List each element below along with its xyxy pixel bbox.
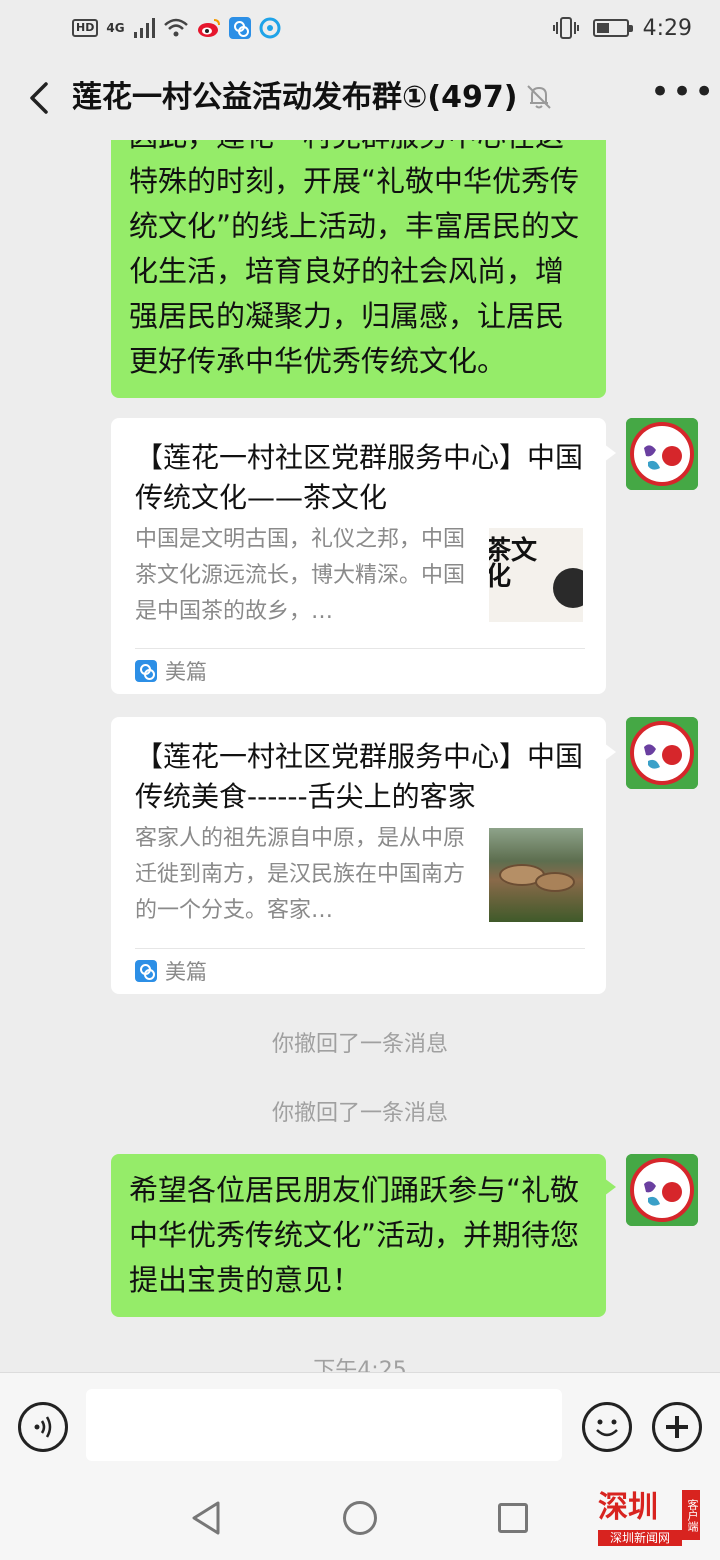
more-icon[interactable]: ••• xyxy=(650,75,714,112)
signal-icon xyxy=(133,18,155,38)
card-description: 中国是文明古国，礼仪之邦，中国茶文化源远流长，博大精深。中国是中国茶的故乡，… xyxy=(135,527,466,624)
chat-title: 莲花一村公益活动发布群①(497) xyxy=(72,80,518,115)
input-bar xyxy=(0,1372,720,1480)
nav-back-icon[interactable] xyxy=(190,1500,222,1536)
nav-recent-icon[interactable] xyxy=(498,1503,528,1533)
vibrate-icon xyxy=(552,17,579,39)
recall-notice: 你撤回了一条消息 xyxy=(271,1101,448,1126)
weibo-icon xyxy=(197,19,220,37)
article-card-hakka[interactable]: 【莲花一村社区党群服务中心】中国传统美食------舌尖上的客家 客家人的祖先源… xyxy=(111,717,616,994)
source-label: 美篇 xyxy=(165,960,207,984)
watermark-sub: 深圳新闻网 xyxy=(598,1530,682,1546)
message-bubble-intro[interactable]: 因此，莲花一村党群服务中心在这特殊的时刻，开展“礼敬中华优秀传统文化”的线上活动… xyxy=(111,140,606,398)
source-label: 美篇 xyxy=(165,660,207,684)
card-source: 美篇 xyxy=(135,958,207,984)
article-card-tea[interactable]: 【莲花一村社区党群服务中心】中国传统文化——茶文化 中国是文明古国，礼仪之邦，中… xyxy=(111,418,616,694)
system-nav-bar: 深圳 客户端 深圳新闻网 xyxy=(0,1480,720,1560)
card-thumbnail-hakka xyxy=(489,828,583,922)
watermark-logo: 深圳 客户端 深圳新闻网 xyxy=(598,1486,702,1550)
avatar-logo-icon xyxy=(626,717,698,789)
card-description: 客家人的祖先源自中原，是从中原迁徙到南方，是汉民族在中国南方的一个分支。客家… xyxy=(135,826,466,923)
thumb-calligraphy: 茶文化 xyxy=(489,536,538,592)
network-label: 4G xyxy=(106,21,125,35)
message-input[interactable] xyxy=(86,1389,562,1461)
card-thumbnail-tea: 茶文化 xyxy=(489,528,583,622)
watermark-main: 深圳 xyxy=(598,1490,658,1525)
status-right: 4:29 xyxy=(552,14,692,42)
mute-bell-icon xyxy=(527,85,551,109)
watermark-side: 客户端 xyxy=(682,1490,700,1540)
nav-home-icon[interactable] xyxy=(343,1501,377,1535)
meipian-logo-icon xyxy=(135,960,157,982)
hd-badge: HD xyxy=(72,19,99,37)
message-text: 希望各位居民朋友们踊跃参与“礼敬中华优秀传统文化”活动，并期待您提出宝贵的意见！ xyxy=(129,1173,580,1297)
back-arrow-icon[interactable] xyxy=(22,78,62,118)
message-text: 因此，莲花一村党群服务中心在这特殊的时刻，开展“礼敬中华优秀传统文化”的线上活动… xyxy=(129,140,580,378)
voice-icon[interactable] xyxy=(18,1402,68,1452)
battery-icon xyxy=(592,19,633,37)
emoji-icon[interactable] xyxy=(582,1402,632,1452)
card-source: 美篇 xyxy=(135,658,207,684)
browser-icon xyxy=(259,17,281,39)
card-title: 【莲花一村社区党群服务中心】中国传统美食------舌尖上的客家 xyxy=(135,740,584,813)
card-divider xyxy=(135,948,585,949)
avatar[interactable] xyxy=(626,418,698,490)
message-bubble-closing[interactable]: 希望各位居民朋友们踊跃参与“礼敬中华优秀传统文化”活动，并期待您提出宝贵的意见！ xyxy=(111,1154,616,1317)
meipian-logo-icon xyxy=(135,660,157,682)
timestamp: 下午4:25 xyxy=(313,1358,407,1372)
wifi-icon xyxy=(163,18,188,37)
card-title: 【莲花一村社区党群服务中心】中国传统文化——茶文化 xyxy=(135,441,584,514)
meipian-status-icon xyxy=(228,17,251,39)
card-divider xyxy=(135,648,585,649)
recall-notice: 你撤回了一条消息 xyxy=(271,1032,448,1057)
status-bar: HD 4G 4:29 xyxy=(0,0,720,56)
status-left: HD 4G xyxy=(72,14,281,42)
avatar[interactable] xyxy=(626,717,698,789)
chat-area[interactable]: 因此，莲花一村党群服务中心在这特殊的时刻，开展“礼敬中华优秀传统文化”的线上活动… xyxy=(0,140,720,1372)
avatar[interactable] xyxy=(626,1154,698,1226)
clock: 4:29 xyxy=(642,15,692,41)
avatar-logo-icon xyxy=(626,1154,698,1226)
avatar-logo-icon xyxy=(626,418,698,490)
chat-header: 莲花一村公益活动发布群①(497) ••• xyxy=(0,56,720,140)
plus-icon[interactable] xyxy=(652,1402,702,1452)
